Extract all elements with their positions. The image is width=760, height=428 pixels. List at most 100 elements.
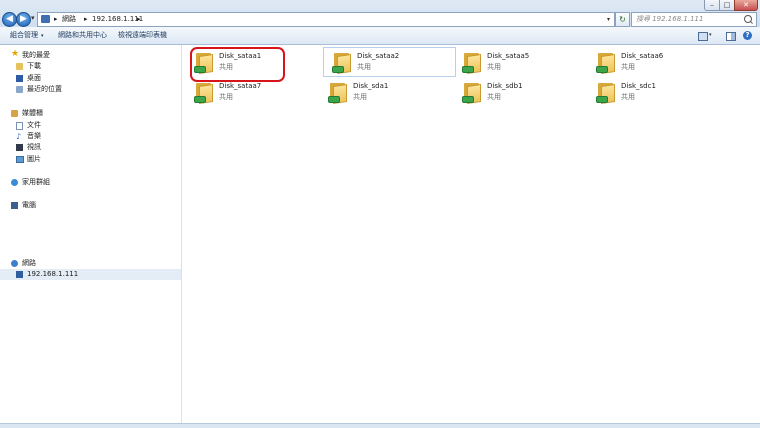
search-input[interactable]: 搜尋 192.168.1.111 <box>631 12 757 27</box>
sidebar-item-host[interactable]: 192.168.1.111 <box>0 269 181 280</box>
status-bar <box>0 423 760 428</box>
address-dropdown-icon[interactable]: ▾ <box>607 14 610 25</box>
desktop-icon <box>16 75 23 82</box>
sidebar-item-label: 網路 <box>22 259 36 267</box>
search-icon <box>744 15 752 23</box>
share-name: Disk_sdc1 <box>621 82 656 90</box>
music-icon: ♪ <box>16 132 22 141</box>
close-icon: ✕ <box>743 1 749 9</box>
shared-folder-icon <box>332 51 351 74</box>
organize-menu-button[interactable]: 組合管理 ▾ <box>10 27 44 45</box>
sidebar-item-label: 音樂 <box>27 132 41 140</box>
sidebar-item-favorites[interactable]: ★ 我的最愛 <box>0 50 181 61</box>
sidebar-item-homegroup[interactable]: 家用群組 <box>0 177 181 188</box>
video-icon <box>16 144 23 151</box>
view-remote-printers-button[interactable]: 檢視遠端印表機 <box>118 27 167 44</box>
back-button[interactable]: ◀ <box>2 12 17 27</box>
sidebar-item-videos[interactable]: 視訊 <box>0 142 181 153</box>
address-bar-strip: – □ ✕ ◀ ▶ ▾ ▸ 網路 ▸ 192.168.1.111 ▸ ▾ ↻ 搜… <box>0 0 760 27</box>
change-view-icon[interactable] <box>698 32 708 41</box>
sidebar-item-computer[interactable]: 電腦 <box>0 200 181 211</box>
address-bar[interactable]: ▸ 網路 ▸ 192.168.1.111 ▸ ▾ <box>37 12 615 27</box>
minimize-icon: – <box>710 1 714 9</box>
share-name: Disk_sataa5 <box>487 52 530 60</box>
breadcrumb-separator[interactable]: ▸ <box>137 14 141 25</box>
view-options-dropdown[interactable]: ▾ <box>709 27 712 44</box>
share-subtitle: 共用 <box>487 63 501 71</box>
breadcrumb-separator[interactable]: ▸ <box>54 14 58 25</box>
share-folder-item[interactable]: Disk_sataa1 共用 <box>186 47 317 82</box>
sidebar-item-label: 192.168.1.111 <box>27 270 79 278</box>
star-icon: ★ <box>11 49 20 59</box>
sidebar-item-pictures[interactable]: 圖片 <box>0 154 181 165</box>
sidebar-item-libraries[interactable]: 媒體櫃 <box>0 108 181 119</box>
share-folder-item[interactable]: Disk_sdc1 共用 <box>588 78 719 106</box>
shared-folder-icon <box>328 81 347 104</box>
recent-places-icon <box>16 86 23 93</box>
sidebar-item-label: 最近的位置 <box>27 85 62 93</box>
share-subtitle: 共用 <box>621 63 635 71</box>
help-icon[interactable]: ? <box>743 31 752 40</box>
maximize-button[interactable]: □ <box>719 0 735 11</box>
share-name: Disk_sdb1 <box>487 82 523 90</box>
sidebar-item-label: 下載 <box>27 62 41 70</box>
preview-pane-icon[interactable] <box>726 32 736 41</box>
network-icon <box>11 260 18 267</box>
shared-folder-icon <box>462 81 481 104</box>
host-icon <box>16 271 23 278</box>
share-subtitle: 共用 <box>487 93 501 101</box>
sidebar-item-label: 電腦 <box>22 201 36 209</box>
folder-view: Disk_sataa1 共用 Disk_sataa2 共用 Disk_sataa… <box>182 45 760 423</box>
breadcrumb-host[interactable]: 192.168.1.111 <box>92 14 143 25</box>
shared-folder-icon <box>462 51 481 74</box>
sidebar-item-label: 家用群組 <box>22 178 50 186</box>
share-folder-item[interactable]: Disk_sda1 共用 <box>320 78 451 106</box>
homegroup-icon <box>11 179 18 186</box>
sidebar-item-label: 媒體櫃 <box>22 109 43 117</box>
breadcrumb-separator[interactable]: ▸ <box>84 14 88 25</box>
picture-icon <box>16 156 24 163</box>
refresh-icon: ↻ <box>619 15 626 24</box>
sidebar-item-recent-places[interactable]: 最近的位置 <box>0 84 181 95</box>
sidebar-item-music[interactable]: ♪ 音樂 <box>0 131 181 142</box>
downloads-folder-icon <box>16 63 23 70</box>
back-arrow-icon: ◀ <box>6 14 13 24</box>
minimize-button[interactable]: – <box>704 0 720 11</box>
sidebar-item-label: 桌面 <box>27 74 41 82</box>
sidebar-item-documents[interactable]: 文件 <box>0 120 181 131</box>
shared-folder-icon <box>194 81 213 104</box>
search-placeholder: 搜尋 192.168.1.111 <box>636 15 704 23</box>
share-folder-item[interactable]: Disk_sataa2 共用 <box>323 47 456 77</box>
maximize-icon: □ <box>723 1 731 9</box>
refresh-button[interactable]: ↻ <box>615 12 630 27</box>
breadcrumb-network[interactable]: 網路 <box>62 14 76 25</box>
share-subtitle: 共用 <box>621 93 635 101</box>
sidebar-item-label: 圖片 <box>27 155 41 163</box>
share-name: Disk_sataa7 <box>219 82 262 90</box>
forward-button[interactable]: ▶ <box>16 12 31 27</box>
sidebar-item-label: 我的最愛 <box>22 51 50 59</box>
sidebar-item-label: 視訊 <box>27 143 41 151</box>
share-subtitle: 共用 <box>357 63 371 71</box>
share-folder-item[interactable]: Disk_sataa6 共用 <box>588 48 719 76</box>
close-button[interactable]: ✕ <box>734 0 758 11</box>
shared-folder-icon <box>596 81 615 104</box>
shared-folder-icon <box>596 51 615 74</box>
library-icon <box>11 110 18 117</box>
navigation-pane: ★ 我的最愛 下載 桌面 最近的位置 媒體櫃 文件 ♪ 音樂 視訊 圖片 家用群… <box>0 45 182 423</box>
share-folder-item[interactable]: Disk_sdb1 共用 <box>454 78 585 106</box>
sidebar-item-network[interactable]: 網路 <box>0 258 181 269</box>
share-subtitle: 共用 <box>219 93 233 101</box>
network-sharing-center-button[interactable]: 網路和共用中心 <box>58 27 107 44</box>
sidebar-item-desktop[interactable]: 桌面 <box>0 73 181 84</box>
chevron-down-icon: ▾ <box>41 33 44 39</box>
share-name: Disk_sataa2 <box>357 52 400 60</box>
sidebar-item-downloads[interactable]: 下載 <box>0 61 181 72</box>
share-folder-item[interactable]: Disk_sataa5 共用 <box>454 48 585 76</box>
forward-arrow-icon: ▶ <box>20 14 27 24</box>
share-folder-item[interactable]: Disk_sataa7 共用 <box>186 78 317 106</box>
highlight-annotation <box>190 47 285 82</box>
computer-icon <box>11 202 18 209</box>
recent-pages-dropdown[interactable]: ▾ <box>31 14 35 22</box>
network-icon <box>41 15 50 23</box>
